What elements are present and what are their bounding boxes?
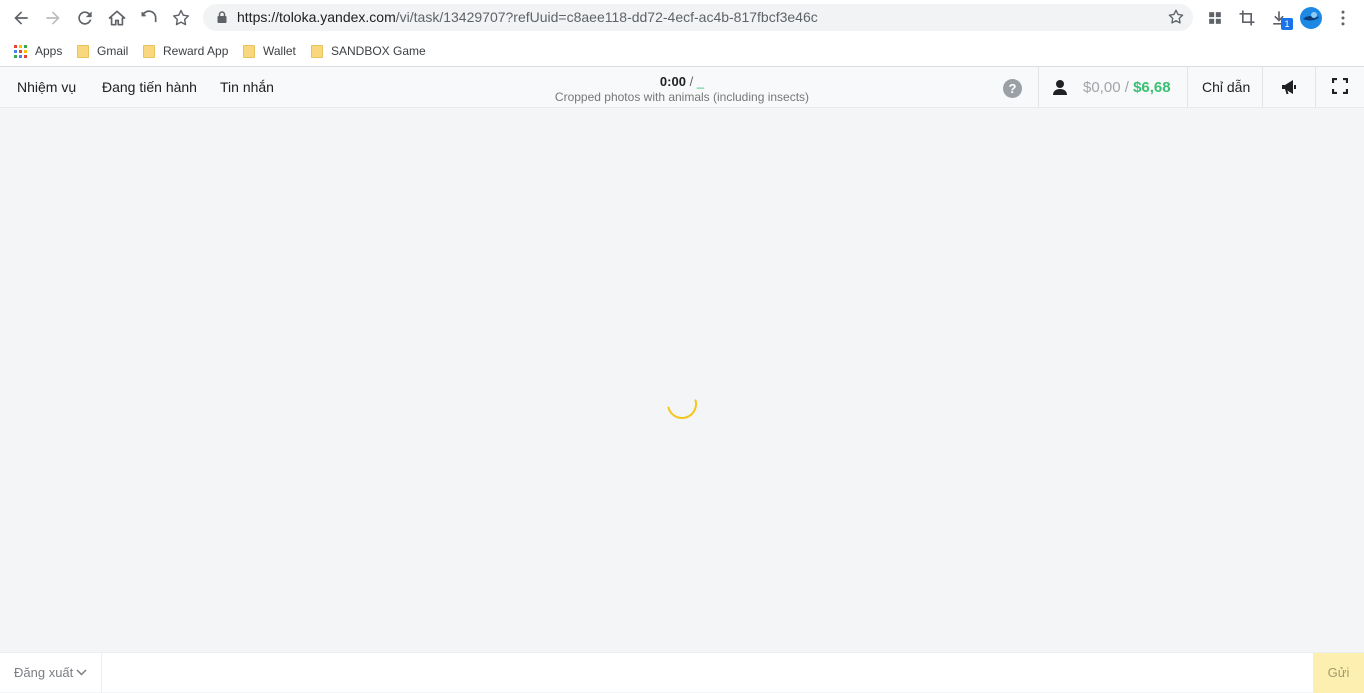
header-divider: [1315, 67, 1316, 107]
download-icon[interactable]: 1: [1267, 6, 1293, 30]
folder-icon: [143, 44, 155, 58]
fullscreen-icon[interactable]: [1332, 78, 1348, 94]
home-icon[interactable]: [105, 6, 129, 30]
header-divider: [1187, 67, 1188, 107]
menu-dots-icon[interactable]: [1331, 6, 1355, 30]
guide-button[interactable]: Chỉ dẫn: [1202, 79, 1250, 95]
footer-divider: [101, 653, 102, 693]
app-header: Nhiệm vụ Đang tiến hành Tin nhắn 0:00 / …: [0, 67, 1364, 108]
footer: Đăng xuất Gửi: [0, 652, 1364, 693]
header-divider: [1262, 67, 1263, 107]
megaphone-icon[interactable]: [1280, 78, 1298, 96]
folder-icon: [243, 44, 255, 58]
apps-grid-icon: [14, 44, 27, 58]
bookmark-gmail[interactable]: Gmail: [77, 42, 128, 60]
browser-toolbar: https://toloka.yandex.com/vi/task/134297…: [0, 0, 1364, 36]
download-badge: 1: [1281, 18, 1293, 30]
submit-button[interactable]: Gửi: [1313, 653, 1364, 693]
chevron-down-icon: [76, 669, 87, 676]
user-icon[interactable]: [1052, 79, 1068, 96]
profile-avatar[interactable]: [1299, 6, 1323, 30]
bookmark-apps[interactable]: Apps: [14, 42, 62, 60]
bookmark-sandbox-game[interactable]: SANDBOX Game: [311, 42, 426, 60]
undo-icon[interactable]: [137, 6, 161, 30]
star-icon[interactable]: [1167, 8, 1185, 26]
crop-icon[interactable]: [1235, 6, 1259, 30]
header-divider: [1038, 67, 1039, 107]
reload-icon[interactable]: [73, 6, 97, 30]
folder-icon: [77, 44, 89, 58]
logout-button[interactable]: Đăng xuất: [14, 665, 87, 680]
help-icon[interactable]: ?: [1003, 79, 1022, 98]
url-text: https://toloka.yandex.com/vi/task/134297…: [237, 9, 818, 25]
folder-icon: [311, 44, 323, 58]
earnings: $0,00 / $6,68: [1083, 79, 1171, 96]
back-icon[interactable]: [9, 6, 33, 30]
bookmarks-bar: Apps Gmail Reward App Wallet SANDBOX Gam…: [0, 36, 1364, 67]
forward-icon[interactable]: [41, 6, 65, 30]
address-bar[interactable]: https://toloka.yandex.com/vi/task/134297…: [203, 4, 1193, 31]
lock-icon: [217, 11, 227, 23]
extensions-icon[interactable]: [1203, 6, 1227, 30]
loading-spinner-icon: [667, 399, 697, 419]
bookmark-reward-app[interactable]: Reward App: [143, 42, 228, 60]
bookmark-wallet[interactable]: Wallet: [243, 42, 296, 60]
bookmark-star-icon[interactable]: [169, 6, 193, 30]
